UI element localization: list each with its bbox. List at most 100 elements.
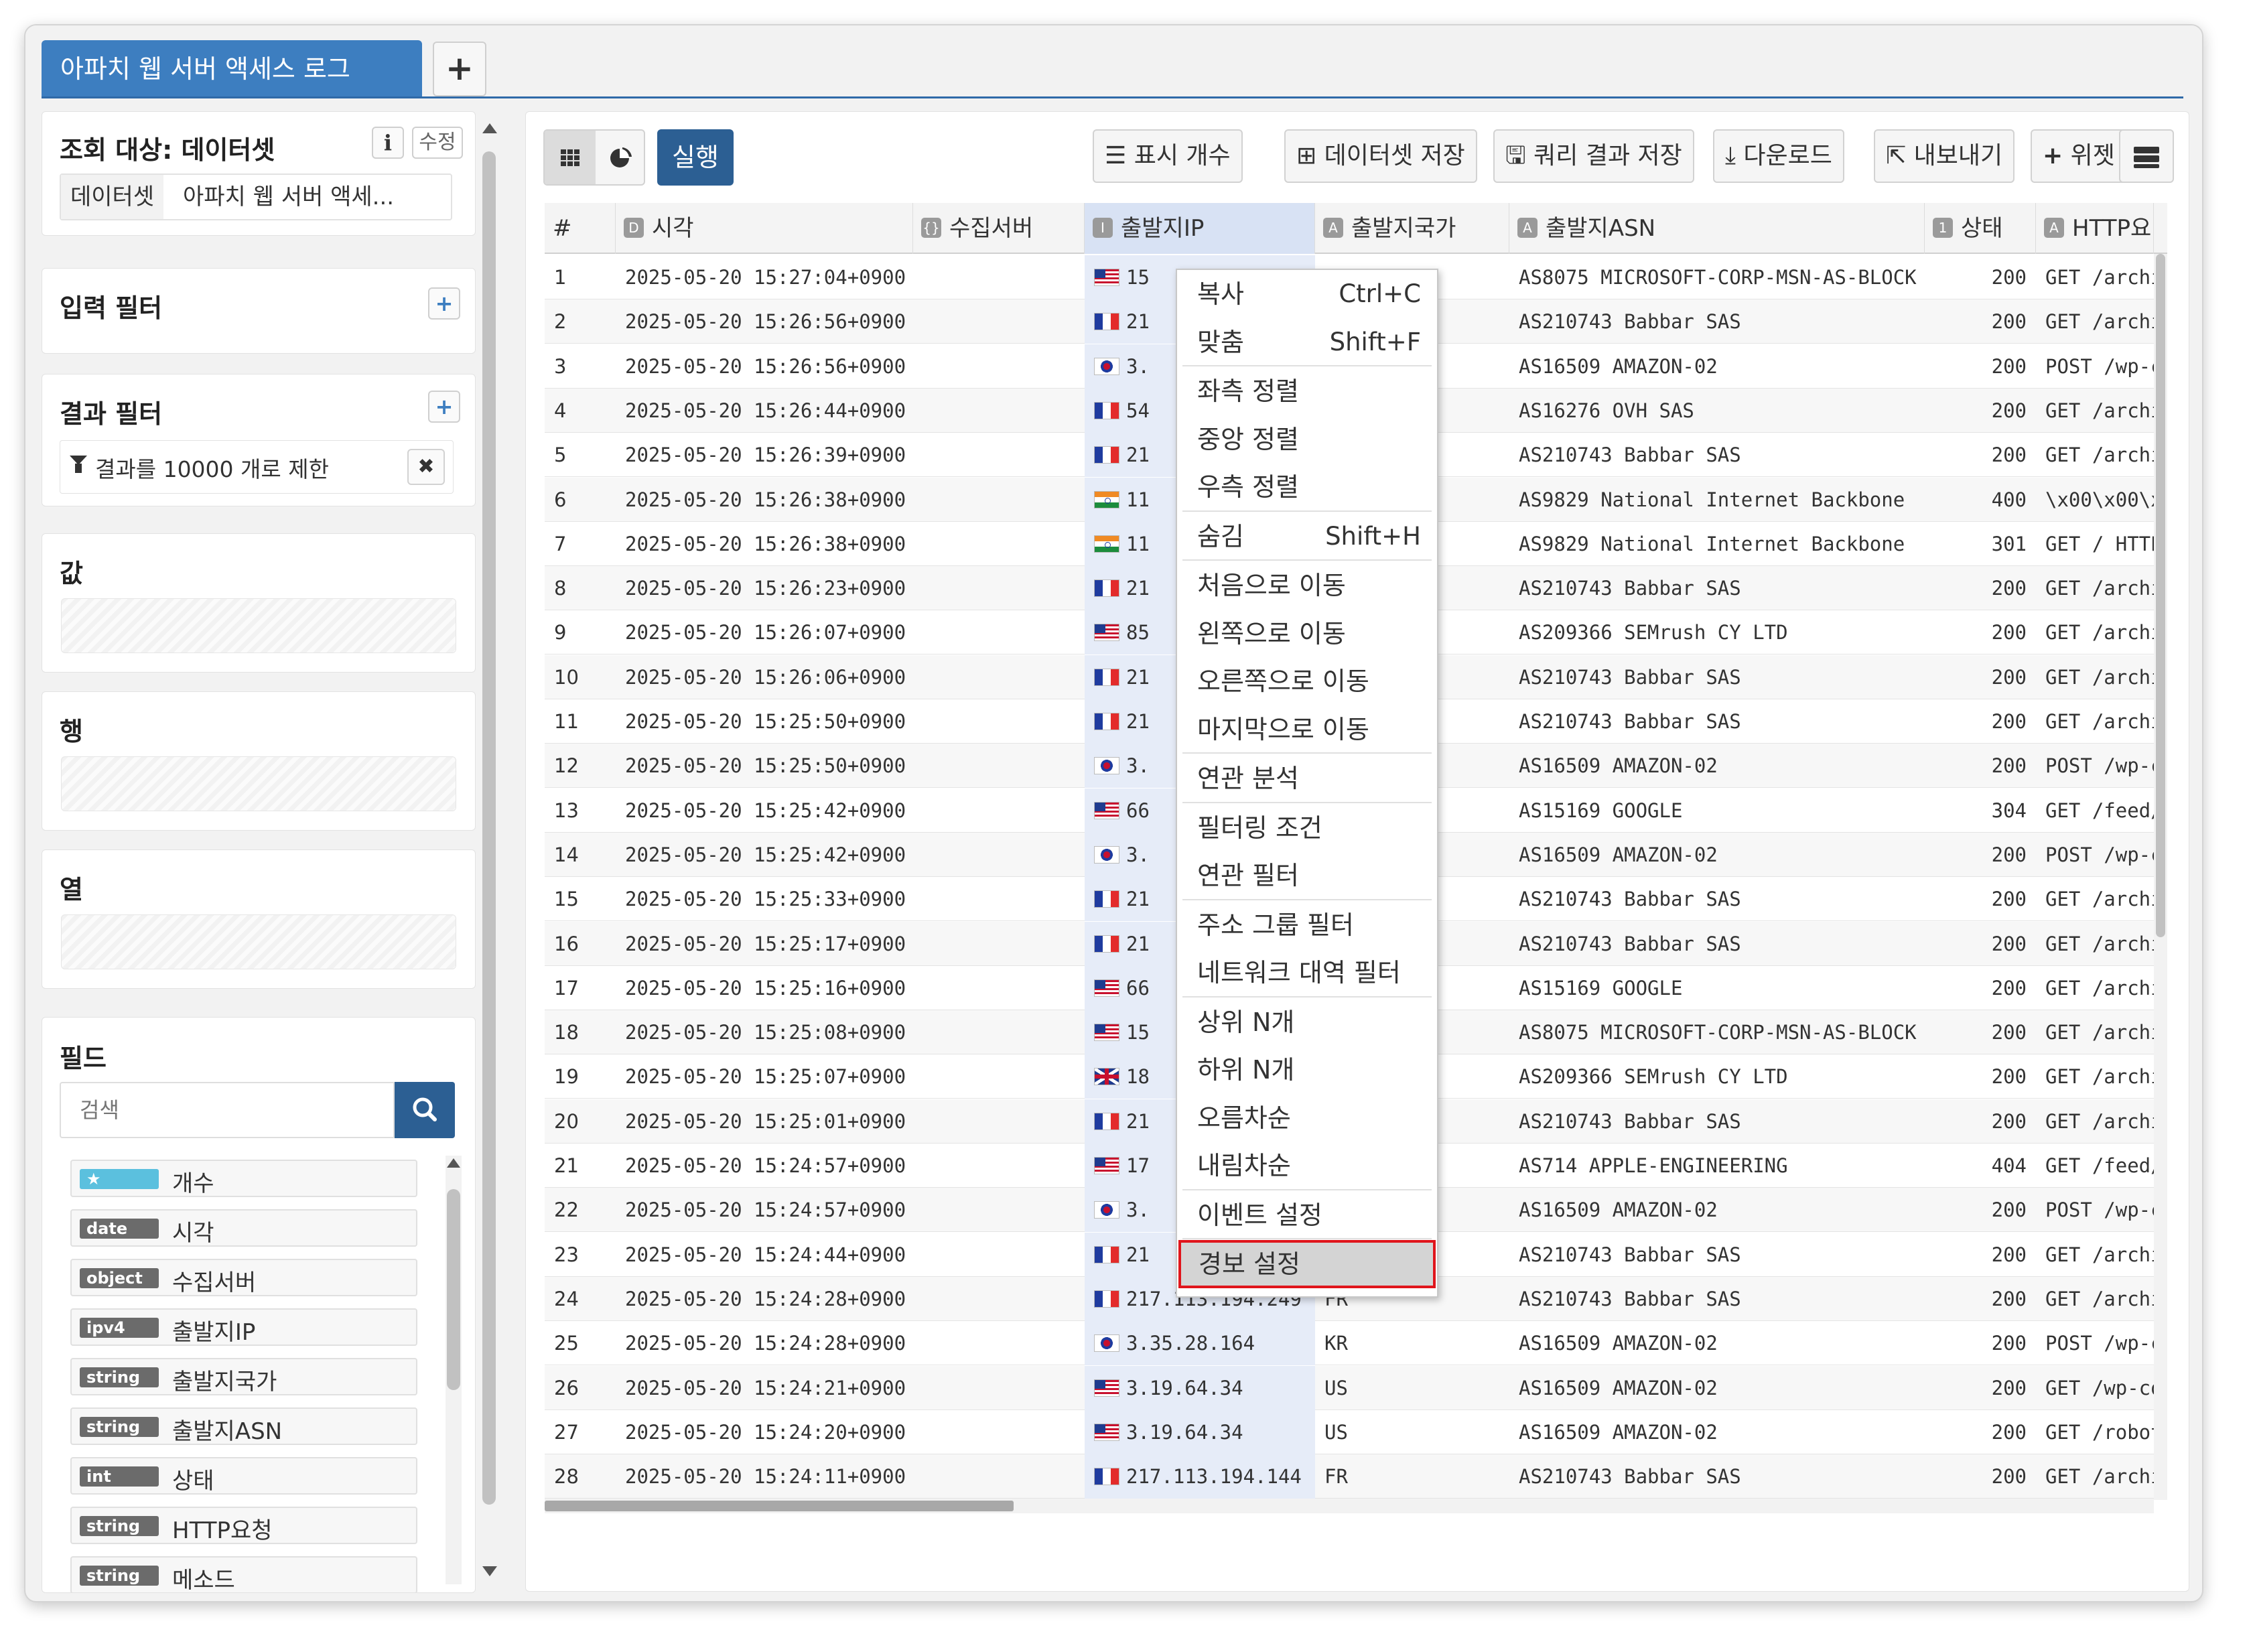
display-count-button[interactable]: ☰ 표시 개수	[1093, 129, 1243, 183]
table-cell: 2025-05-20 15:26:06+0900	[616, 655, 913, 699]
run-button[interactable]: 실행	[657, 129, 734, 186]
table-row[interactable]: 25 2025-05-20 15:24:28+0900 3.35.28.164 KR A…	[545, 1321, 2167, 1366]
dataset-selector[interactable]: 데이터셋 아파치 웹 서버 액세...	[60, 174, 452, 220]
layout-options-button[interactable]	[2119, 129, 2174, 183]
field-name: 수집서버	[172, 1269, 257, 1296]
context-menu-item[interactable]: 좌측 정렬	[1178, 367, 1436, 415]
cell-value: AS210743 Babbar SAS	[1519, 1465, 1741, 1489]
context-menu-item[interactable]: 마지막으로 이동	[1178, 705, 1436, 754]
context-menu-item[interactable]: 네트워크 대역 필터	[1178, 949, 1436, 997]
context-menu-item[interactable]: 맞춤 Shift+F	[1178, 318, 1436, 366]
scroll-up-icon[interactable]	[482, 123, 497, 133]
table-cell: 2025-05-20 15:25:42+0900	[616, 788, 913, 833]
cell-value: 15	[1126, 266, 1150, 289]
value-dropzone[interactable]	[61, 598, 456, 653]
table-hscroll-thumb[interactable]	[545, 1501, 1014, 1511]
cell-value: 200	[1991, 1420, 2027, 1444]
table-vscroll[interactable]	[2154, 254, 2167, 1500]
table-row[interactable]: 27 2025-05-20 15:24:20+0900 3.19.64.34 US AS…	[545, 1409, 2167, 1454]
column-header[interactable]: A 출발지국가	[1315, 203, 1509, 254]
field-item[interactable]: string HTTP요청	[70, 1507, 417, 1544]
table-cell: KR	[1315, 1321, 1509, 1365]
tab-apache-access-log[interactable]: 아파치 웹 서버 액세스 로그	[42, 40, 422, 98]
column-dropzone[interactable]	[61, 914, 456, 969]
left-scroll-thumb[interactable]	[482, 151, 496, 1505]
scroll-up-icon[interactable]	[447, 1158, 460, 1168]
download-button[interactable]: ⤓ 다운로드	[1713, 129, 1844, 183]
field-list-scrollbar[interactable]	[446, 1156, 462, 1584]
left-panel-scrollbar[interactable]	[481, 119, 497, 1593]
add-input-filter-button[interactable]: +	[428, 287, 460, 320]
scroll-down-icon[interactable]	[482, 1566, 497, 1576]
cell-value: 21	[1126, 1243, 1150, 1266]
field-item[interactable]: string 메소드	[70, 1556, 417, 1592]
column-type-icon: A	[1517, 217, 1538, 238]
table-cell: AS16509 AMAZON-02	[1509, 1321, 1925, 1365]
context-menu-item[interactable]: 하위 N개	[1178, 1046, 1436, 1094]
column-header[interactable]: A HTTP요	[2036, 203, 2154, 254]
field-type-badge: date	[80, 1219, 159, 1239]
chart-view-button[interactable]	[596, 131, 644, 184]
table-row[interactable]: 28 2025-05-20 15:24:11+0900 217.113.194.14…	[545, 1454, 2167, 1499]
context-menu-item[interactable]: 연관 분석	[1178, 754, 1436, 803]
context-menu-item[interactable]: 내림차순	[1178, 1142, 1436, 1190]
grid-view-button[interactable]	[545, 131, 596, 184]
column-header[interactable]: I 출발지IP	[1085, 203, 1315, 254]
field-item[interactable]: ipv4 출발지IP	[70, 1308, 417, 1346]
table-hscroll[interactable]	[545, 1499, 2154, 1513]
table-cell: AS210743 Babbar SAS	[1509, 433, 1925, 477]
table-cell: AS8075 MICROSOFT-CORP-MSN-AS-BLOCK	[1509, 255, 1925, 299]
field-scroll-thumb[interactable]	[447, 1189, 460, 1390]
context-menu-item[interactable]: 우측 정렬	[1178, 463, 1436, 511]
context-menu-item[interactable]: 중앙 정렬	[1178, 415, 1436, 464]
remove-filter-button[interactable]: ✖	[407, 449, 445, 485]
field-item[interactable]: int 상태	[70, 1457, 417, 1495]
field-search-button[interactable]	[395, 1082, 455, 1138]
context-menu-item[interactable]: 이벤트 설정	[1178, 1191, 1436, 1239]
app-window: 아파치 웹 서버 액세스 로그 + 조회 대상: 데이터셋 i 수정 데이터셋 …	[24, 24, 2203, 1602]
field-name: 출발지국가	[172, 1369, 277, 1395]
cell-value: AS210743 Babbar SAS	[1519, 1243, 1741, 1266]
context-menu-item[interactable]: 숨김 Shift+H	[1178, 512, 1436, 561]
field-item[interactable]: date 시각	[70, 1209, 417, 1247]
info-button[interactable]: i	[372, 127, 404, 159]
context-menu-item[interactable]: 경보 설정	[1178, 1240, 1436, 1288]
table-vscroll-thumb[interactable]	[2156, 254, 2165, 937]
export-button[interactable]: ⇱ 내보내기	[1874, 129, 2015, 183]
save-dataset-button[interactable]: ⊞ 데이터셋 저장	[1284, 129, 1477, 183]
context-menu-item[interactable]: 복사 Ctrl+C	[1178, 270, 1436, 318]
save-query-result-button[interactable]: 🖫 쿼리 결과 저장	[1493, 129, 1694, 183]
table-cell: AS210743 Babbar SAS	[1509, 299, 1925, 344]
row-dropzone[interactable]	[61, 756, 456, 811]
table-cell: 2025-05-20 15:24:44+0900	[616, 1233, 913, 1277]
context-menu-item[interactable]: 오른쪽으로 이동	[1178, 657, 1436, 705]
context-menu-item[interactable]: 오름차순	[1178, 1094, 1436, 1142]
column-header[interactable]: {} 수집서버	[913, 203, 1085, 254]
add-result-filter-button[interactable]: +	[428, 391, 460, 423]
context-menu-label: 하위 N개	[1197, 1055, 1295, 1085]
result-limit-label: 결과를 10000 개로 제한	[95, 456, 329, 482]
add-tab-button[interactable]: +	[433, 42, 486, 96]
field-item[interactable]: object 수집서버	[70, 1259, 417, 1296]
column-header[interactable]: A 출발지ASN	[1509, 203, 1925, 254]
column-header[interactable]: 1 상태	[1925, 203, 2036, 254]
context-menu-item[interactable]: 상위 N개	[1178, 998, 1436, 1046]
cell-value: 2025-05-20 15:26:07+0900	[625, 621, 906, 644]
column-header[interactable]: #	[545, 203, 616, 254]
table-cell	[913, 966, 1085, 1010]
edit-button[interactable]: 수정	[412, 127, 463, 159]
context-menu-item[interactable]: 필터링 조건	[1178, 804, 1436, 852]
field-item[interactable]: ★ 개수	[70, 1160, 417, 1197]
context-menu-item[interactable]: 연관 필터	[1178, 851, 1436, 900]
context-menu-item[interactable]: 주소 그룹 필터	[1178, 901, 1436, 949]
table-cell: 200	[1925, 1188, 2036, 1232]
context-menu-item[interactable]: 왼쪽으로 이동	[1178, 610, 1436, 658]
widget-button[interactable]: + 위젯	[2031, 129, 2127, 183]
table-row[interactable]: 26 2025-05-20 15:24:21+0900 3.19.64.34 US AS…	[545, 1365, 2167, 1410]
field-search-input[interactable]	[60, 1082, 395, 1138]
column-header[interactable]: D 시각	[616, 203, 913, 254]
list-icon: ☰	[1105, 142, 1127, 169]
context-menu-item[interactable]: 처음으로 이동	[1178, 561, 1436, 610]
field-item[interactable]: string 출발지ASN	[70, 1407, 417, 1445]
field-item[interactable]: string 출발지국가	[70, 1358, 417, 1395]
